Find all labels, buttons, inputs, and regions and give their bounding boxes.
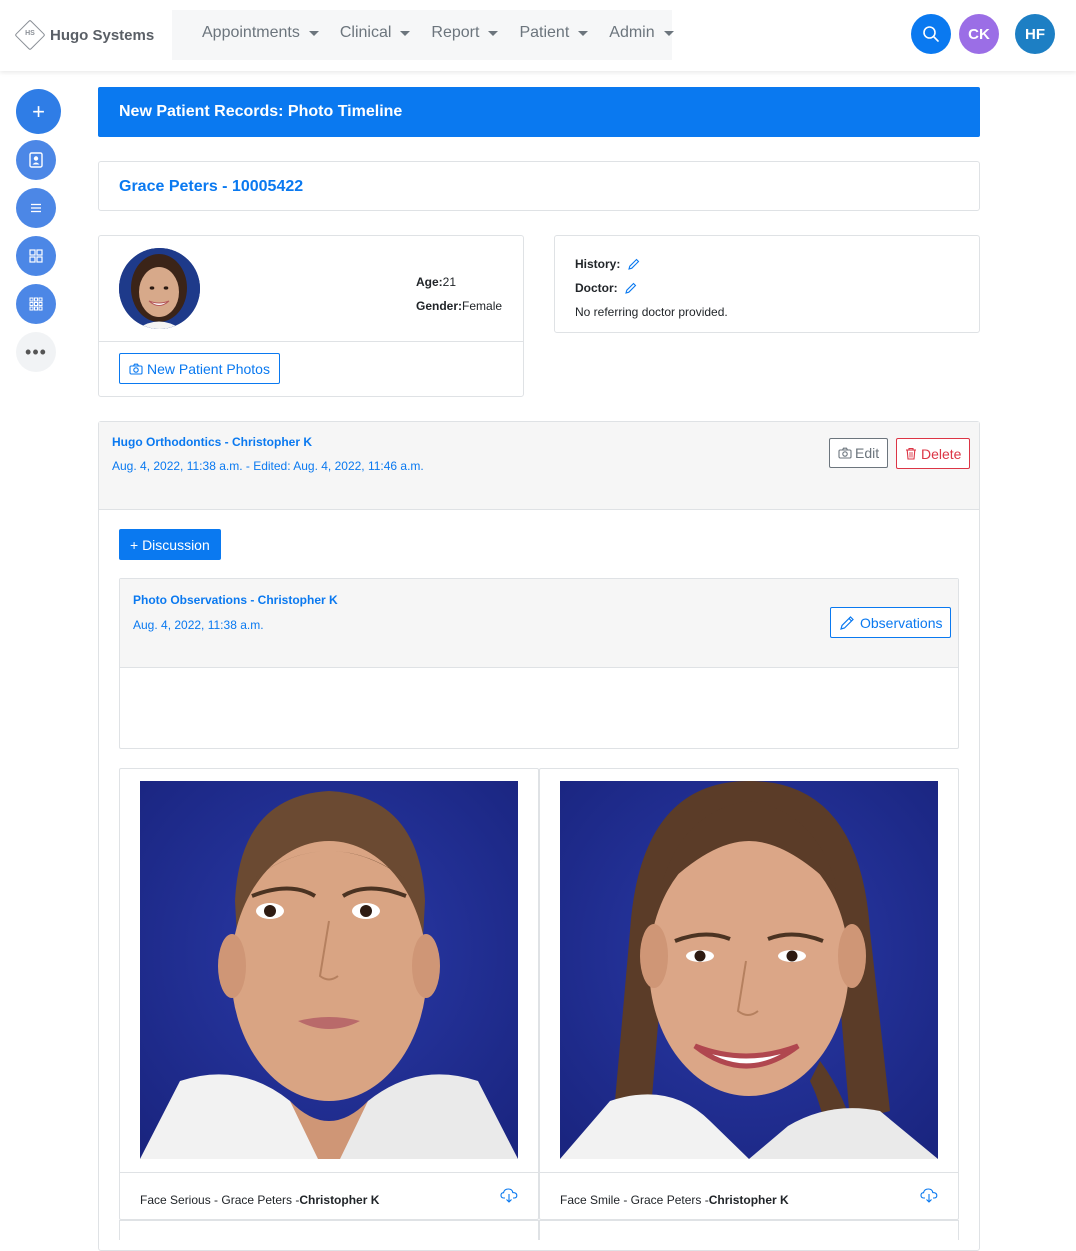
new-patient-photos-label: New Patient Photos [147,360,270,377]
main-menu: Appointments Clinical Report Patient Adm… [202,24,695,42]
sidebar-patient-card-button[interactable] [16,140,56,180]
chevron-down-icon [488,30,499,36]
pencil-icon [840,615,854,630]
timeline-author[interactable]: Hugo Orthodontics - Christopher K [112,435,312,449]
timeline-entry: Hugo Orthodontics - Christopher K Aug. 4… [98,421,980,1251]
observations-date: Aug. 4, 2022, 11:38 a.m. [133,618,264,632]
edit-doctor-pencil-icon[interactable] [624,282,637,295]
photo-caption: Face Smile - Grace Peters -Christopher K [560,1193,789,1207]
photo-face-serious-image [140,781,518,1159]
photo-caption-author: Christopher K [708,1193,789,1207]
photo-face-smile[interactable] [560,781,938,1159]
add-icon: + [32,98,45,124]
brand-logo-icon: HS [14,19,46,51]
gender-value: Female [462,299,503,313]
add-discussion-button[interactable]: + Discussion [119,529,221,560]
patient-avatar-image [119,248,200,329]
photo-caption: Face Serious - Grace Peters -Christopher… [140,1193,379,1207]
nav-patient[interactable]: Patient [519,24,589,42]
history-card: History: Doctor: No referring doctor pro… [554,235,980,333]
observations-button[interactable]: Observations [830,607,952,638]
age-value: 21 [442,275,457,289]
observations-button-label: Observations [860,614,943,631]
photo-card-face-smile: Face Smile - Grace Peters -Christopher K [539,768,959,1220]
history-label: History: [575,257,621,271]
photo-face-serious[interactable] [140,781,518,1159]
doctor-note: No referring doctor provided. [575,305,728,319]
user-avatar-ck[interactable]: CK [959,14,999,54]
top-navbar: HS Hugo Systems Appointments Clinical Re… [0,0,1076,71]
add-discussion-label: + Discussion [130,536,210,553]
doctor-label: Doctor: [575,281,618,295]
observations-author[interactable]: Photo Observations - Christopher K [133,593,338,607]
grid-icon [29,249,43,263]
sidebar-list-button[interactable] [16,188,56,228]
cloud-download-icon[interactable] [500,1187,518,1203]
sidebar-grid-button[interactable] [16,236,56,276]
cloud-download-icon[interactable] [920,1187,938,1203]
photo-card-next [119,1220,539,1240]
nav-clinical[interactable]: Clinical [340,24,411,42]
nav-patient-label: Patient [519,24,570,41]
patient-avatar [119,248,200,329]
gender-label: Gender: [416,299,463,313]
patient-name-id[interactable]: Grace Peters - 10005422 [119,178,303,195]
nav-appointments[interactable]: Appointments [202,24,319,42]
nav-report[interactable]: Report [431,24,499,42]
nav-admin[interactable]: Admin [609,24,674,42]
more-icon: ••• [25,341,47,362]
timeline-entry-header: Hugo Orthodontics - Christopher K Aug. 4… [99,422,979,510]
timeline-date: Aug. 4, 2022, 11:38 a.m. - Edited: Aug. … [112,459,424,473]
chevron-down-icon [663,30,674,36]
patient-header: Grace Peters - 10005422 [98,161,980,211]
divider [99,341,523,342]
delete-button[interactable]: Delete [896,438,971,469]
list-icon [31,203,41,213]
chevron-down-icon [578,30,589,36]
nav-report-label: Report [431,24,480,41]
age-label: Age: [416,275,443,289]
edit-button[interactable]: Edit [829,438,889,468]
page-title: New Patient Records: Photo Timeline [98,87,980,137]
sidebar-apps-button[interactable] [16,284,56,324]
brand-name: Hugo Systems [50,26,155,44]
photo-card-face-serious: Face Serious - Grace Peters -Christopher… [119,768,539,1220]
camera-icon [838,447,852,459]
sidebar-add-button[interactable]: + [16,89,61,134]
nav-right-actions: CK HF [903,14,1055,54]
left-sidebar: + ••• [16,89,62,380]
edit-button-label: Edit [855,445,880,461]
sidebar-more-button[interactable]: ••• [16,332,56,372]
observations-header: Photo Observations - Christopher K Aug. … [120,579,958,668]
photo-caption-text: Face Serious - Grace Peters - [140,1193,300,1207]
brand[interactable]: HS Hugo Systems [0,10,172,60]
brand-logo-text: HS [25,30,35,37]
user-avatar-hf[interactable]: HF [1015,14,1055,54]
nav-admin-label: Admin [609,24,655,41]
observations-card: Photo Observations - Christopher K Aug. … [119,578,959,749]
new-patient-photos-button[interactable]: New Patient Photos [119,353,280,384]
profile-card: Age:21 Gender:Female New Patient Photos [98,235,524,397]
chevron-down-icon [308,30,319,36]
photo-footer: Face Serious - Grace Peters -Christopher… [120,1172,538,1220]
camera-icon [129,363,143,375]
chevron-down-icon [400,30,411,36]
nav-appointments-label: Appointments [202,24,300,41]
photo-footer: Face Smile - Grace Peters -Christopher K [540,1172,958,1220]
patient-card-icon [29,152,43,168]
nav-clinical-label: Clinical [339,24,392,41]
profile-info: Age:21 Gender:Female [416,270,502,318]
delete-button-label: Delete [921,445,962,462]
photo-face-smile-image [560,781,938,1159]
edit-history-pencil-icon[interactable] [627,258,640,271]
trash-icon [906,447,916,460]
search-button[interactable] [911,14,951,54]
search-icon [923,26,939,42]
photo-caption-author: Christopher K [299,1193,380,1207]
photo-card-next [539,1220,959,1240]
apps-icon [29,297,43,311]
photo-caption-text: Face Smile - Grace Peters - [560,1193,709,1207]
